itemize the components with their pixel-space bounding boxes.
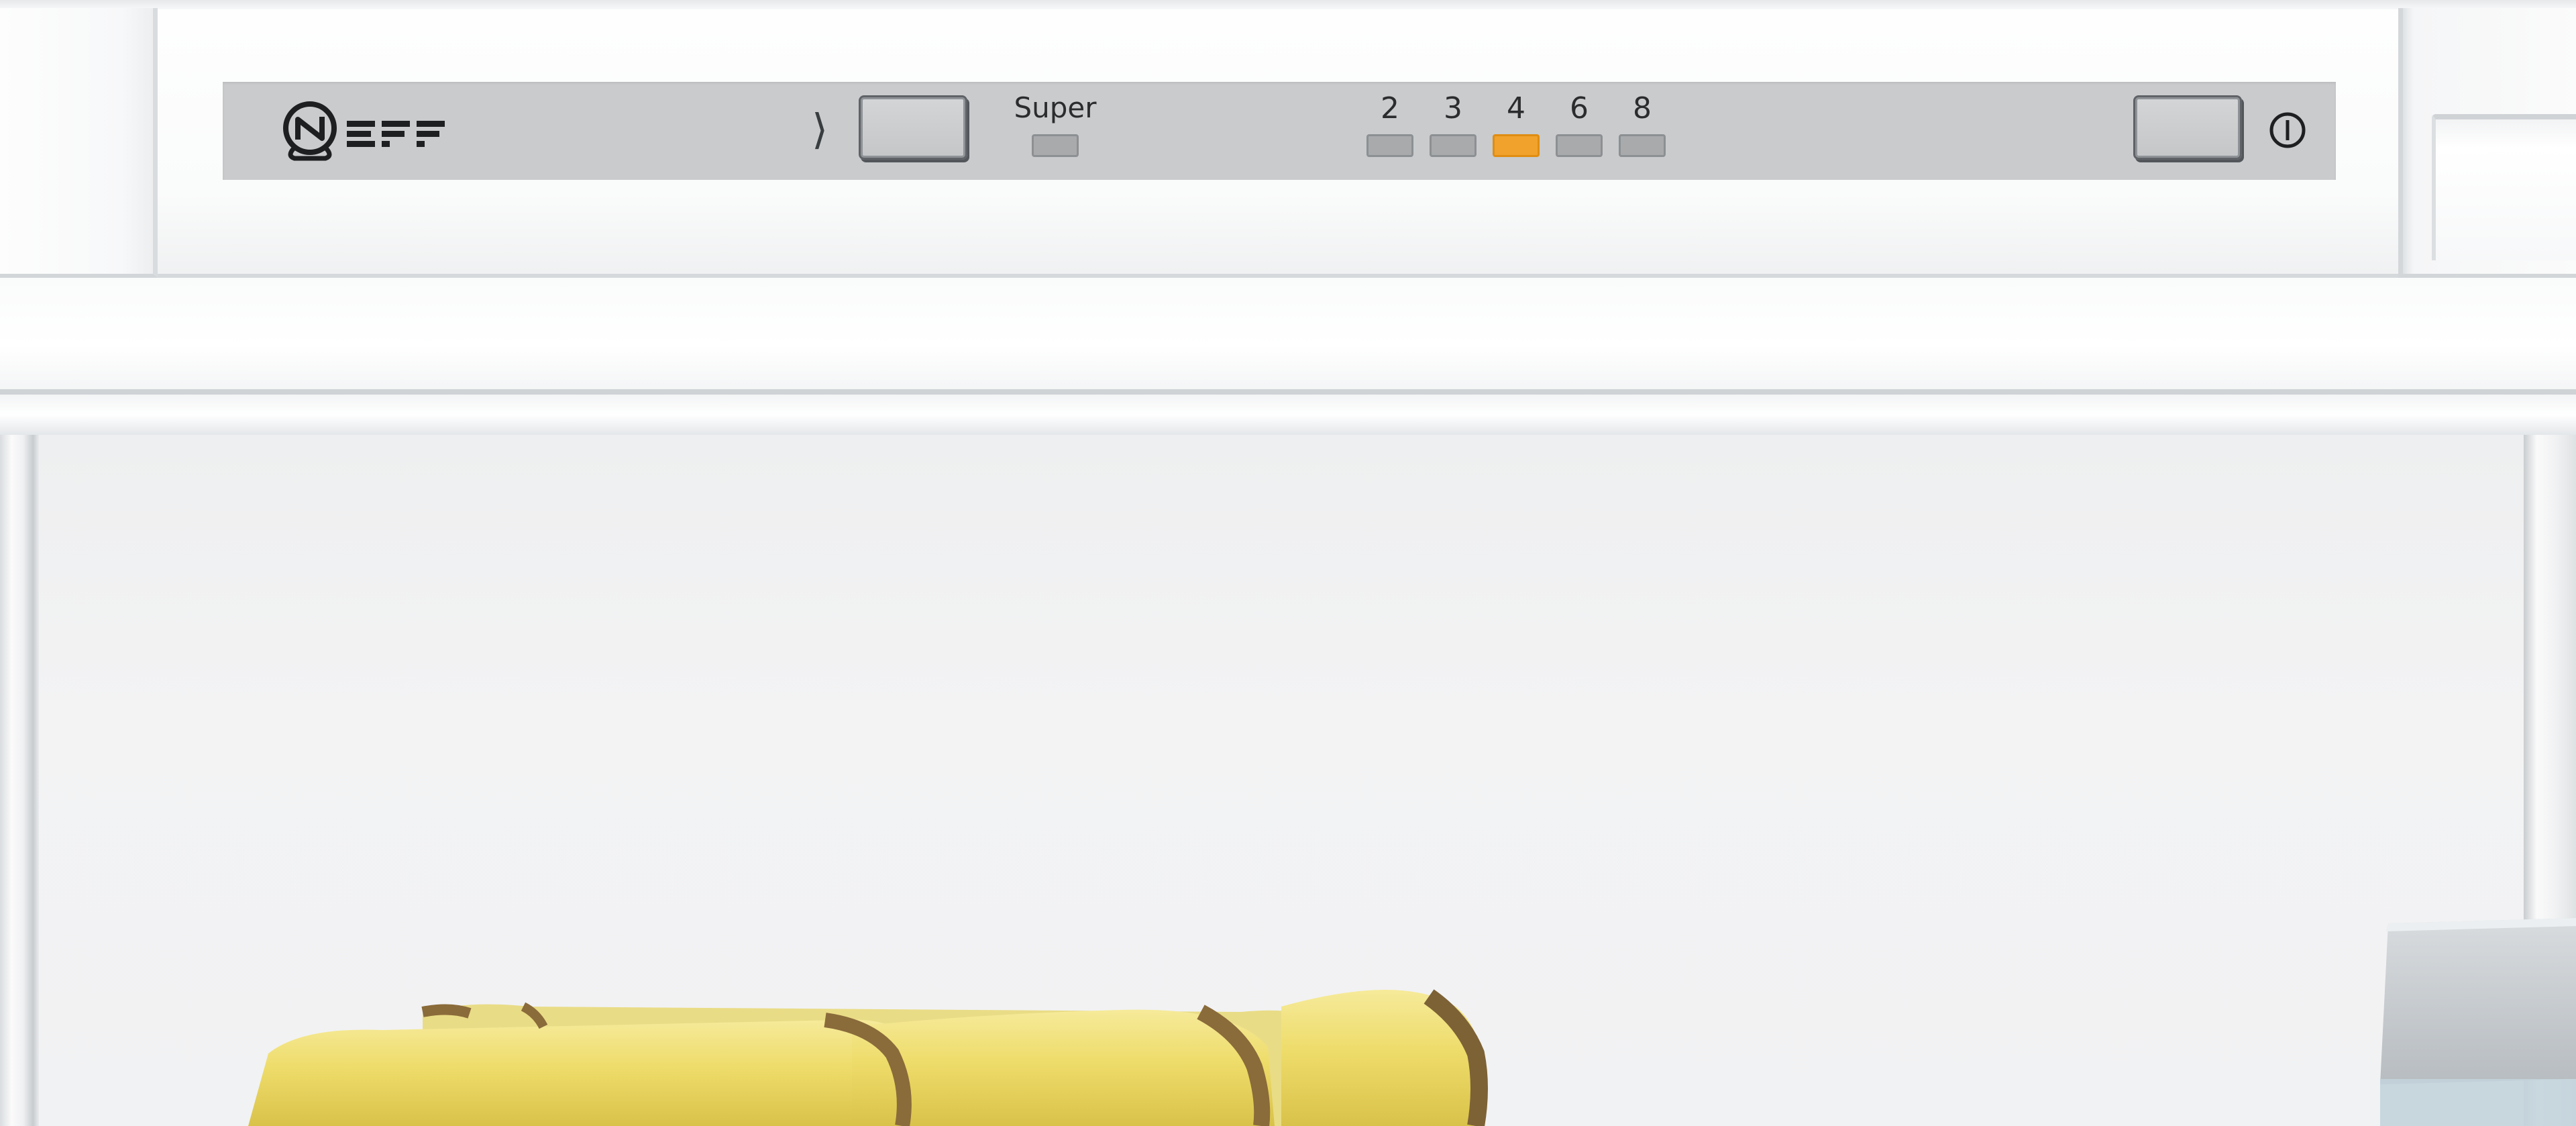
- front-strip: [0, 278, 2576, 391]
- temp-label: 8: [1633, 91, 1652, 125]
- neff-logo: [280, 101, 481, 161]
- chevron-right-icon: ⟩: [812, 105, 828, 154]
- temp-label: 2: [1381, 91, 1399, 125]
- door-handle[interactable]: [2432, 114, 2576, 260]
- power-button[interactable]: [2133, 95, 2242, 160]
- storage-container: [2380, 918, 2576, 1126]
- temp-led[interactable]: [1366, 134, 1413, 157]
- temp-led[interactable]: [1619, 134, 1666, 157]
- temp-label: 4: [1507, 91, 1525, 125]
- ceiling-lip: [0, 395, 2576, 435]
- power-icon: [2267, 110, 2308, 150]
- strip-divider: [0, 389, 2576, 395]
- left-housing: [0, 8, 158, 278]
- fridge-scene: ⟩ Super 2 3 4 6 8: [0, 0, 2576, 1126]
- control-panel: ⟩ Super 2 3 4 6 8: [223, 82, 2336, 180]
- temp-led-active[interactable]: [1493, 134, 1540, 157]
- neff-logo-icon: [283, 101, 445, 161]
- temp-label: 6: [1570, 91, 1589, 125]
- mode-button[interactable]: [859, 95, 967, 160]
- top-rim: [0, 0, 2576, 9]
- temp-led[interactable]: [1430, 134, 1477, 157]
- pineapple-slices: [248, 980, 1523, 1126]
- super-label: Super: [1014, 91, 1097, 124]
- temp-label: 3: [1444, 91, 1462, 125]
- left-wall-rail: [0, 435, 39, 1126]
- temp-led[interactable]: [1556, 134, 1603, 157]
- super-led: [1032, 134, 1079, 157]
